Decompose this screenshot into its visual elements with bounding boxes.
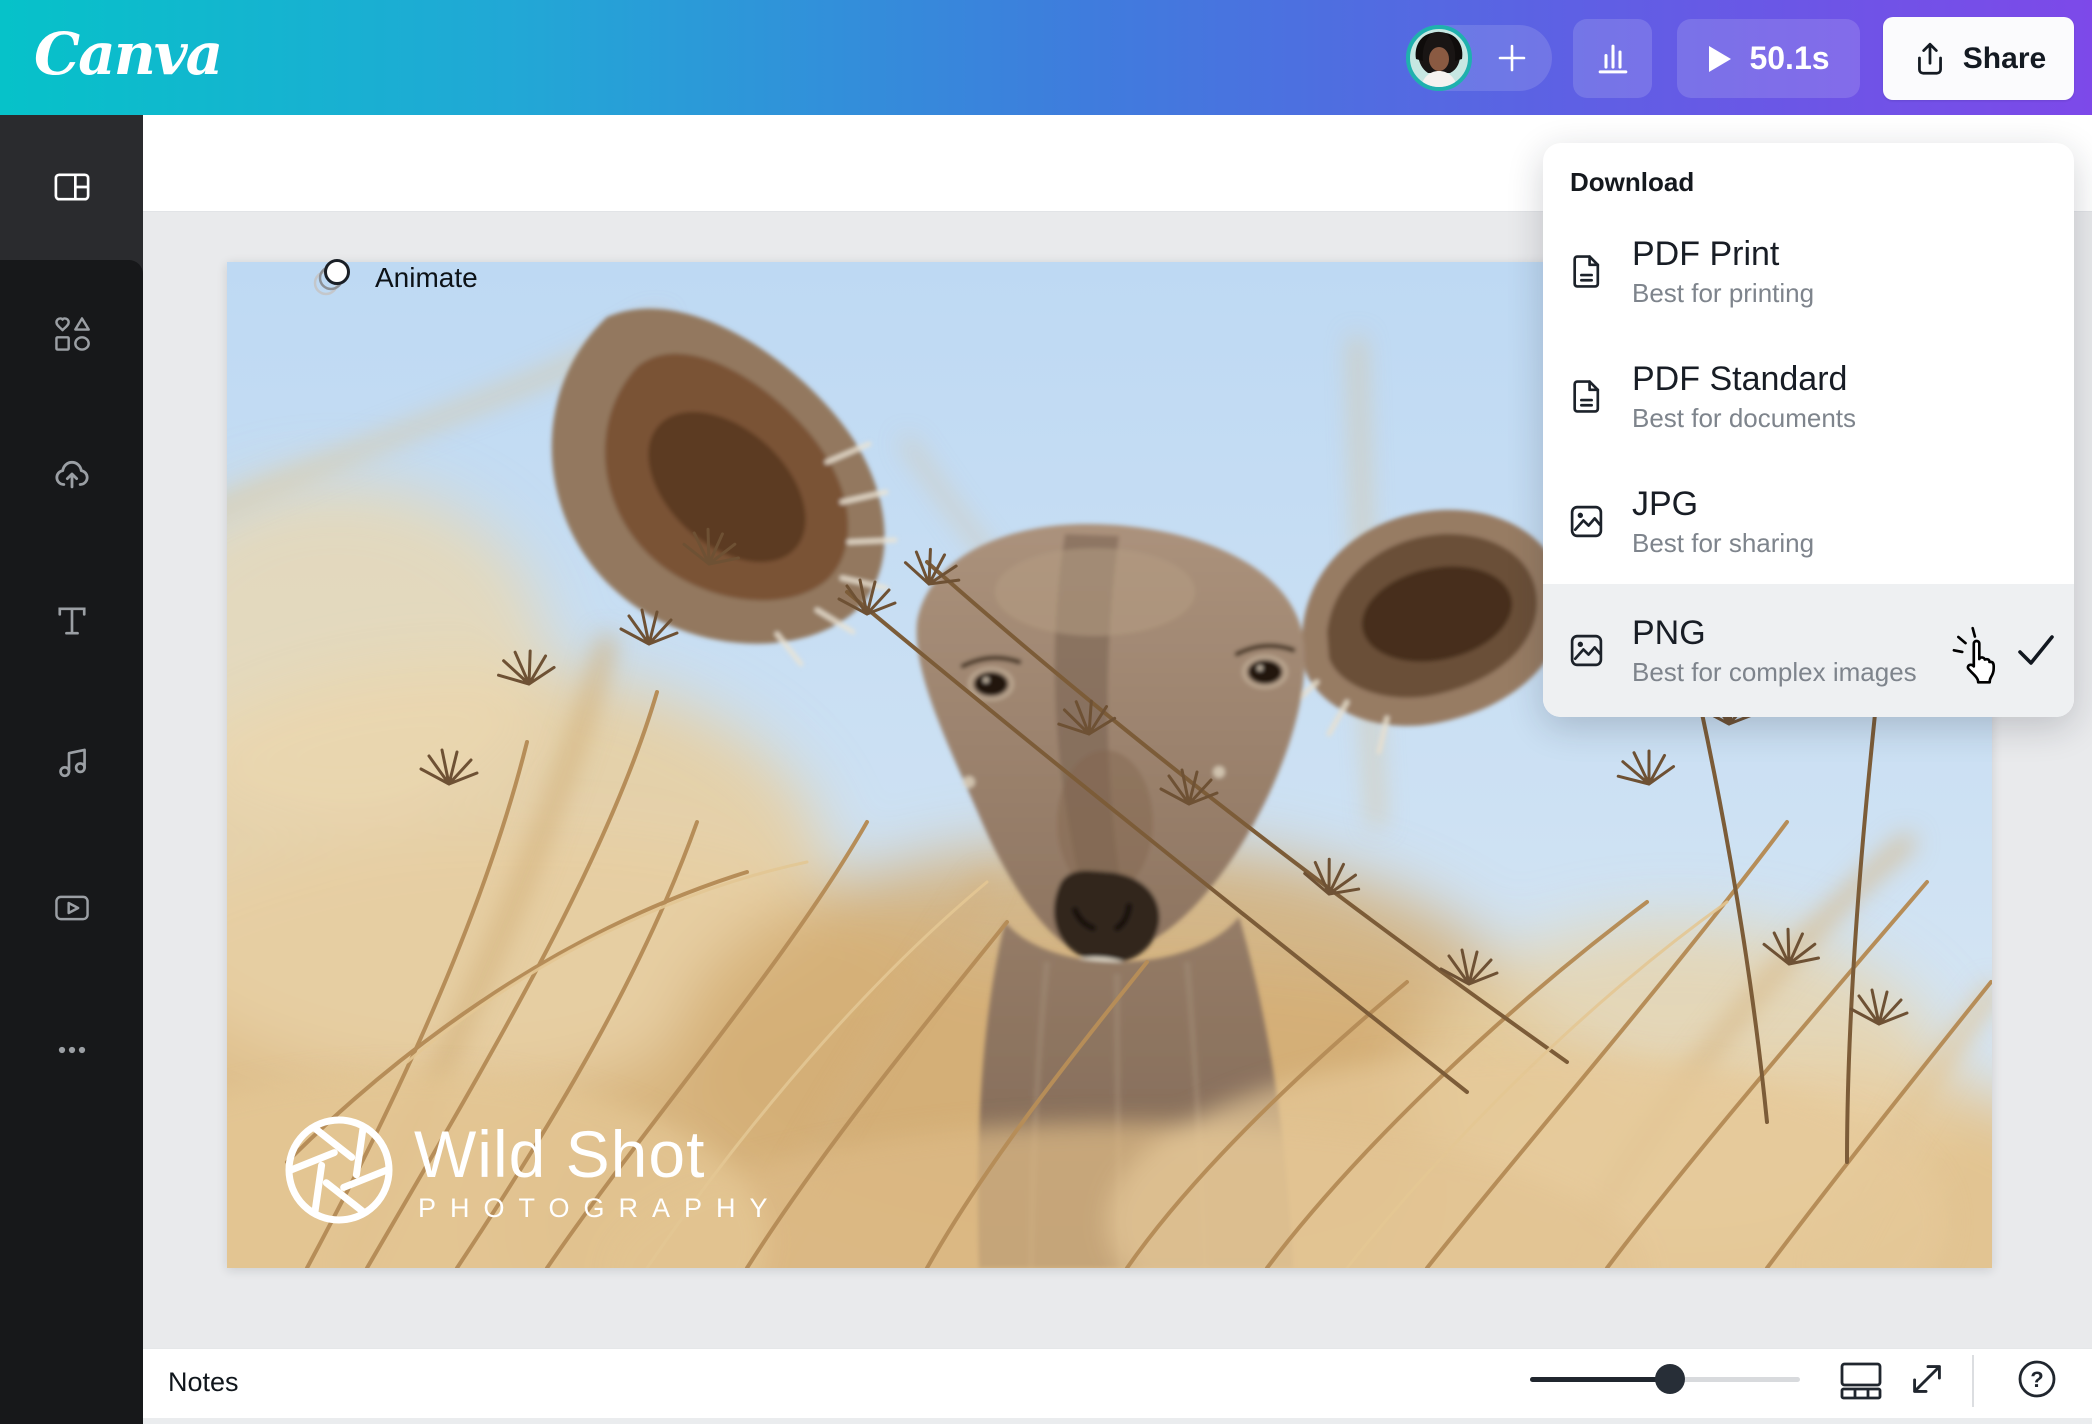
- menu-item-subtitle: Best for sharing: [1632, 528, 1815, 558]
- menu-item-pdf-print[interactable]: PDF Print Best for printing: [1543, 209, 2074, 334]
- check-icon: [2018, 634, 2054, 665]
- more-icon: [58, 1046, 85, 1054]
- help-icon: ?: [2018, 1360, 2056, 1398]
- document-icon: [1573, 255, 1600, 288]
- menu-item-subtitle: Best for complex images: [1632, 657, 1917, 687]
- video-icon: [54, 895, 89, 921]
- zoom-slider-fill: [1530, 1377, 1670, 1382]
- uploads-icon: [54, 460, 89, 489]
- menu-item-jpg[interactable]: JPG Best for sharing: [1543, 459, 2074, 584]
- image-icon: [1570, 634, 1603, 667]
- duration-label: 50.1s: [1749, 40, 1830, 76]
- sidebar-item-elements[interactable]: [0, 286, 143, 382]
- elements-icon: [54, 317, 90, 351]
- help-glyph: ?: [2030, 1367, 2043, 1392]
- share-label: Share: [1962, 41, 2047, 75]
- download-menu-title: Download: [1570, 167, 1695, 197]
- expand-icon: [1913, 1365, 1941, 1393]
- menu-item-png[interactable]: PNG Best for complex images: [1543, 584, 2074, 717]
- notes-button[interactable]: Notes: [168, 1367, 239, 1398]
- zoom-slider-thumb[interactable]: [1655, 1364, 1685, 1394]
- menu-item-subtitle: Best for printing: [1632, 278, 1815, 308]
- menu-item-title: PNG: [1632, 614, 1706, 652]
- object-panel-sidebar: [0, 115, 143, 1424]
- fullscreen-button[interactable]: [1905, 1357, 1949, 1401]
- help-button[interactable]: ?: [2015, 1357, 2059, 1401]
- add-member-icon[interactable]: [1496, 42, 1528, 74]
- audio-icon: [58, 748, 86, 778]
- avatar[interactable]: [1406, 25, 1472, 91]
- menu-item-title: JPG: [1632, 485, 1699, 523]
- zoom-slider[interactable]: [1530, 1364, 1800, 1394]
- sidebar-item-videos[interactable]: [0, 860, 143, 956]
- bottom-bar: Notes ?: [143, 1348, 2092, 1418]
- sidebar-item-audio[interactable]: [0, 713, 143, 809]
- canva-logo: Canva: [34, 20, 223, 88]
- canva-editor: Wild Shot PHOTOGRAPHY Animate Canva 50.1…: [0, 0, 2092, 1424]
- bar-chart-icon: [1598, 44, 1627, 73]
- watermark-title: Wild Shot: [414, 1117, 705, 1191]
- sidebar-item-design[interactable]: [0, 139, 143, 235]
- animate-button[interactable]: Animate: [299, 245, 488, 311]
- menu-item-title: PDF Print: [1632, 235, 1780, 273]
- app-header: Canva 50.1s Share: [0, 0, 2092, 115]
- menu-item-subtitle: Best for documents: [1632, 403, 1856, 433]
- animate-icon: [313, 259, 350, 296]
- share-button[interactable]: Share: [1883, 17, 2074, 100]
- grid-view-icon: [1840, 1362, 1882, 1400]
- document-icon: [1573, 380, 1600, 413]
- grid-view-button[interactable]: [1839, 1357, 1883, 1401]
- insights-button[interactable]: [1573, 19, 1652, 98]
- menu-item-pdf-standard[interactable]: PDF Standard Best for documents: [1543, 334, 2074, 459]
- present-button[interactable]: 50.1s: [1677, 19, 1860, 98]
- share-upload-icon: [1917, 42, 1942, 75]
- download-menu: Download PDF Print Best for printing PDF…: [1543, 143, 2074, 717]
- cursor-pointer-icon: [1952, 626, 1996, 684]
- sidebar-item-uploads[interactable]: [0, 426, 143, 522]
- sidebar-item-more[interactable]: [0, 1002, 143, 1098]
- menu-item-title: PDF Standard: [1632, 360, 1848, 398]
- design-panel-icon: [54, 173, 89, 201]
- image-icon: [1570, 505, 1603, 538]
- watermark-subtitle: PHOTOGRAPHY: [418, 1193, 782, 1223]
- animate-label: Animate: [375, 262, 478, 293]
- play-icon: [1709, 45, 1732, 72]
- window-edge-strip: [143, 1418, 2092, 1424]
- divider: [1972, 1355, 1974, 1407]
- text-icon: [57, 607, 86, 635]
- sidebar-item-text[interactable]: [0, 573, 143, 669]
